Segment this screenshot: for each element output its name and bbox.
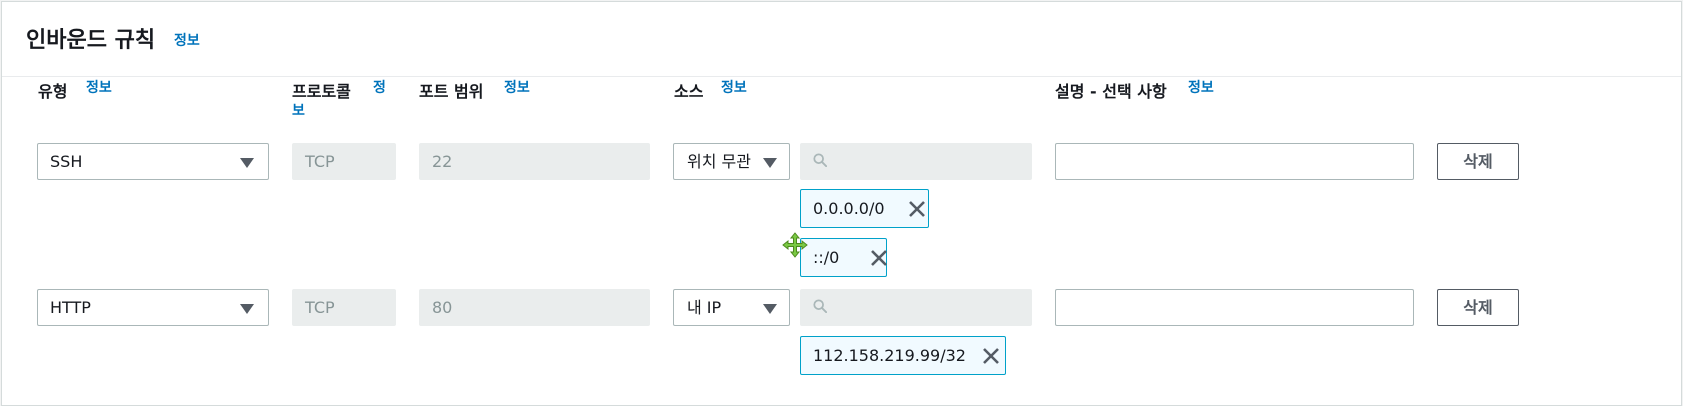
column-header-port-range: 포트 범위 [419, 82, 484, 101]
inbound-rules-panel: 인바운드 규칙 정보 유형 정보 프로토콜 정 보 포트 범위 정보 소스 정보… [1, 1, 1682, 406]
rule-2-delete-button[interactable]: 삭제 [1437, 289, 1519, 326]
column-header-description: 설명 - 선택 사항 [1055, 82, 1167, 101]
column-header-source: 소스 [674, 82, 704, 101]
close-icon[interactable] [981, 346, 1001, 366]
rule-1-protocol-field: TCP [292, 143, 396, 180]
section-info-link[interactable]: 정보 [174, 30, 200, 50]
rule-1-protocol-value: TCP [305, 152, 335, 171]
search-icon [813, 153, 827, 167]
rule-2-type-value: HTTP [50, 298, 91, 317]
rule-1-type-value: SSH [50, 152, 83, 171]
token-value: 0.0.0.0/0 [813, 199, 885, 218]
rule-1-source-value: 위치 무관 [687, 152, 751, 171]
token-value: ::/0 [813, 248, 840, 267]
rule-2-port-value: 80 [432, 298, 453, 317]
caret-down-icon [240, 304, 254, 314]
close-icon[interactable] [869, 248, 889, 268]
rule-2-protocol-field: TCP [292, 289, 396, 326]
search-icon [813, 299, 827, 313]
caret-down-icon [763, 158, 777, 168]
column-protocol-info-link-1[interactable]: 정 [373, 76, 386, 101]
column-header-type: 유형 [38, 82, 68, 101]
rule-2-port-field: 80 [419, 289, 650, 326]
header-divider [2, 76, 1681, 77]
rule-1-cidr-token-2: ::/0 [800, 238, 887, 277]
rule-1-source-select[interactable]: 위치 무관 [673, 143, 790, 180]
column-type-info-link[interactable]: 정보 [86, 76, 112, 101]
caret-down-icon [763, 304, 777, 314]
column-protocol-info-link-2[interactable]: 보 [292, 99, 305, 124]
column-port-info-link[interactable]: 정보 [504, 76, 530, 101]
rule-2-cidr-search-input[interactable] [800, 289, 1032, 326]
column-source-info-link[interactable]: 정보 [721, 76, 747, 101]
column-description-info-link[interactable]: 정보 [1188, 76, 1214, 101]
rule-1-description-input[interactable] [1055, 143, 1414, 180]
caret-down-icon [240, 158, 254, 168]
token-value: 112.158.219.99/32 [813, 346, 966, 365]
rule-2-source-select[interactable]: 내 IP [673, 289, 790, 326]
move-cursor-icon [782, 232, 808, 258]
section-title: 인바운드 규칙 [26, 28, 156, 53]
rule-1-cidr-search-input[interactable] [800, 143, 1032, 180]
rule-2-protocol-value: TCP [305, 298, 335, 317]
rule-1-delete-button[interactable]: 삭제 [1437, 143, 1519, 180]
rule-2-source-value: 내 IP [687, 298, 722, 317]
rule-1-cidr-token-1: 0.0.0.0/0 [800, 189, 929, 228]
rule-2-description-input[interactable] [1055, 289, 1414, 326]
close-icon[interactable] [907, 199, 927, 219]
rule-2-type-select[interactable]: HTTP [37, 289, 269, 326]
rule-1-type-select[interactable]: SSH [37, 143, 269, 180]
rule-2-cidr-token-1: 112.158.219.99/32 [800, 336, 1006, 375]
rule-1-port-value: 22 [432, 152, 453, 171]
rule-1-port-field: 22 [419, 143, 650, 180]
